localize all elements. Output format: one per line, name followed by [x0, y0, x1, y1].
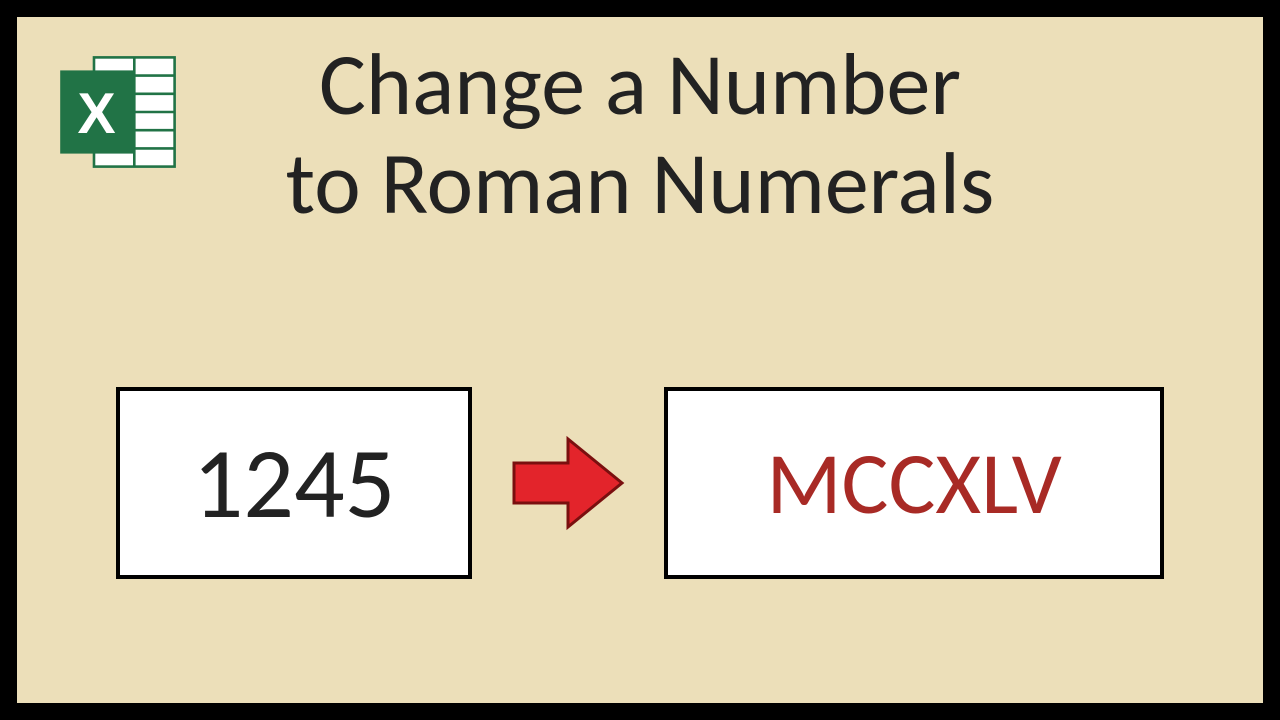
title-line-1: Change a Number — [319, 30, 961, 138]
tutorial-card: X Change a Number to Roman Numerals 1245… — [13, 13, 1267, 707]
conversion-row: 1245 MCCXLV — [17, 387, 1263, 579]
output-roman-box: MCCXLV — [664, 387, 1164, 579]
page-title: Change a Number to Roman Numerals — [17, 35, 1263, 232]
input-number-box: 1245 — [116, 387, 472, 579]
arrow-right-icon — [508, 433, 628, 533]
title-line-2: to Roman Numerals — [286, 129, 995, 237]
input-number-value: 1245 — [193, 422, 396, 544]
output-roman-value: MCCXLV — [766, 429, 1061, 537]
